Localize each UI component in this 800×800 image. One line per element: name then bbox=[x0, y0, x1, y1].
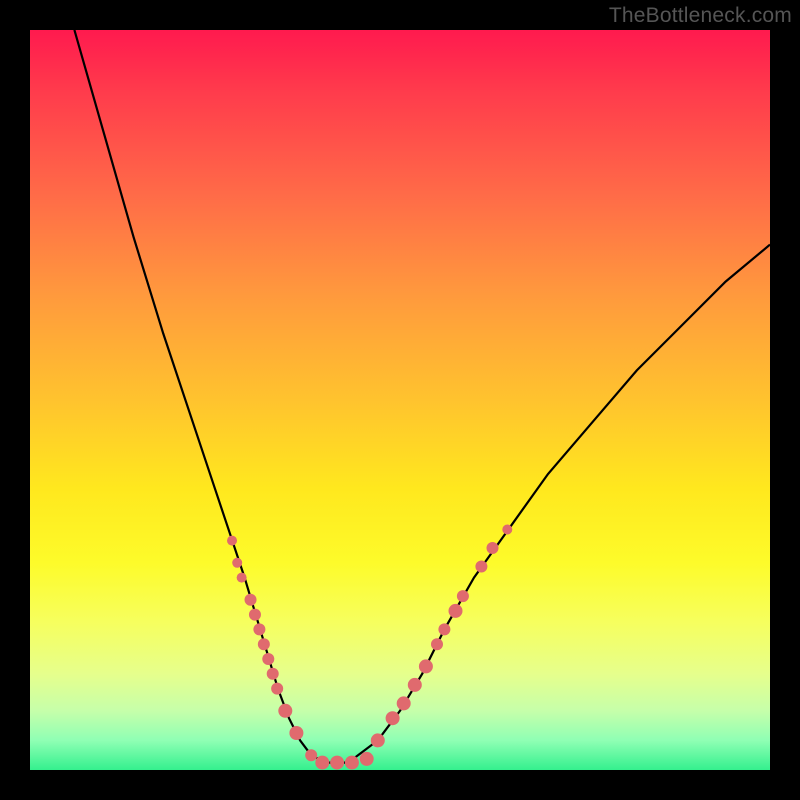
marker-right bbox=[502, 525, 512, 535]
bottleneck-curve bbox=[74, 30, 770, 763]
marker-left bbox=[249, 609, 261, 621]
marker-right bbox=[419, 659, 433, 673]
marker-left bbox=[262, 653, 274, 665]
plot-area bbox=[30, 30, 770, 770]
marker-right bbox=[457, 590, 469, 602]
curve-layer bbox=[30, 30, 770, 770]
marker-bottom bbox=[345, 756, 359, 770]
marker-right bbox=[408, 678, 422, 692]
marker-bottom bbox=[315, 756, 329, 770]
marker-left bbox=[305, 749, 317, 761]
marker-right bbox=[397, 696, 411, 710]
marker-group bbox=[227, 525, 512, 770]
marker-left bbox=[271, 683, 283, 695]
marker-right bbox=[487, 542, 499, 554]
marker-right bbox=[449, 604, 463, 618]
marker-right bbox=[371, 733, 385, 747]
marker-bottom bbox=[360, 752, 374, 766]
marker-left bbox=[278, 704, 292, 718]
watermark-text: TheBottleneck.com bbox=[609, 4, 792, 28]
marker-left bbox=[253, 623, 265, 635]
marker-right bbox=[438, 623, 450, 635]
marker-left bbox=[267, 668, 279, 680]
marker-left bbox=[232, 558, 242, 568]
marker-left bbox=[245, 594, 257, 606]
marker-left bbox=[227, 536, 237, 546]
marker-right bbox=[386, 711, 400, 725]
marker-right bbox=[431, 638, 443, 650]
marker-left bbox=[289, 726, 303, 740]
chart-frame: TheBottleneck.com bbox=[0, 0, 800, 800]
marker-left bbox=[237, 573, 247, 583]
marker-bottom bbox=[330, 756, 344, 770]
marker-left bbox=[258, 638, 270, 650]
marker-right bbox=[475, 561, 487, 573]
